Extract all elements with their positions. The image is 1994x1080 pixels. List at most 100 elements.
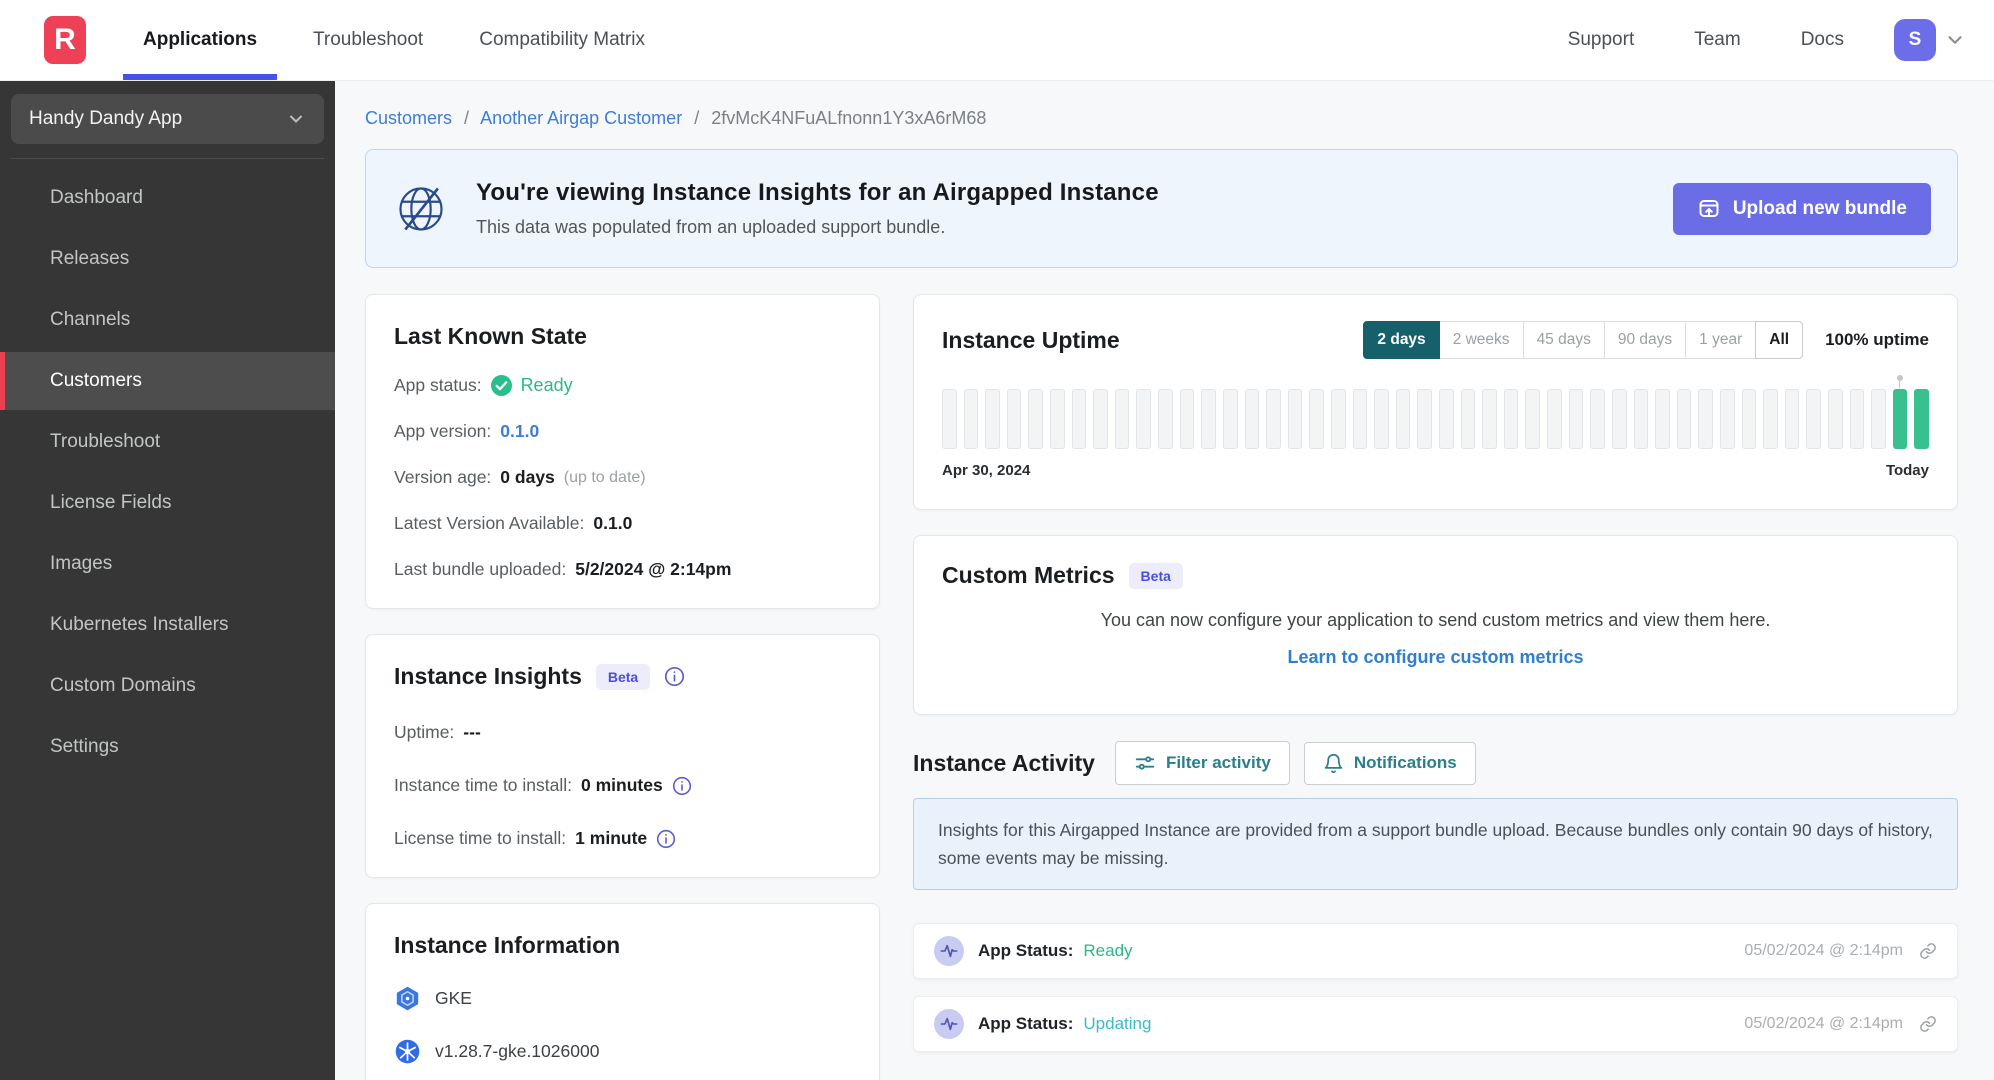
- sidebar: Handy Dandy App Dashboard Releases Chann…: [0, 80, 335, 1080]
- uptime-bar[interactable]: [963, 389, 979, 449]
- avatar[interactable]: S: [1894, 19, 1936, 61]
- sidebar-item-channels[interactable]: Channels: [0, 291, 335, 349]
- uptime-bar[interactable]: [1525, 389, 1541, 449]
- app-selector-label: Handy Dandy App: [29, 108, 183, 129]
- uptime-bar[interactable]: [1158, 389, 1173, 449]
- uptime-end-label: Today: [1885, 462, 1929, 479]
- uptime-bar[interactable]: [1093, 389, 1108, 449]
- uptime-bar[interactable]: [1330, 389, 1346, 449]
- range-2-days[interactable]: 2 days: [1363, 321, 1440, 359]
- last-bundle-label: Last bundle uploaded:: [394, 559, 567, 579]
- sidebar-item-settings[interactable]: Settings: [0, 718, 335, 776]
- configure-custom-metrics-link[interactable]: Learn to configure custom metrics: [1287, 647, 1583, 668]
- uptime-bar[interactable]: [1763, 389, 1778, 449]
- nav-docs[interactable]: Docs: [1801, 29, 1844, 51]
- range-90-days[interactable]: 90 days: [1603, 321, 1687, 359]
- uptime-summary: 100% uptime: [1825, 330, 1929, 349]
- uptime-bar[interactable]: [1503, 389, 1519, 449]
- version-age-note: (up to date): [563, 468, 646, 486]
- range-all[interactable]: All: [1755, 321, 1804, 359]
- nav-team[interactable]: Team: [1694, 29, 1740, 51]
- permalink-icon[interactable]: [1919, 942, 1937, 960]
- permalink-icon[interactable]: [1919, 1015, 1937, 1033]
- info-icon[interactable]: [664, 666, 685, 687]
- uptime-bar[interactable]: [1374, 389, 1389, 449]
- nav-support[interactable]: Support: [1568, 29, 1635, 51]
- upload-new-bundle-button[interactable]: Upload new bundle: [1672, 182, 1931, 235]
- uptime-bar[interactable]: [1914, 389, 1930, 449]
- tab-troubleshoot[interactable]: Troubleshoot: [313, 0, 423, 80]
- uptime-bar[interactable]: [1244, 389, 1260, 449]
- uptime-bar[interactable]: [1698, 389, 1713, 449]
- uptime-bar[interactable]: [1460, 389, 1476, 449]
- uptime-bar[interactable]: [1439, 389, 1454, 449]
- uptime-bar[interactable]: [1287, 389, 1303, 449]
- content-columns: Last Known State App status: Ready App v…: [365, 294, 1958, 1080]
- uptime-bar[interactable]: [1071, 389, 1087, 449]
- sidebar-item-releases[interactable]: Releases: [0, 230, 335, 288]
- uptime-bar[interactable]: [1482, 389, 1497, 449]
- info-icon[interactable]: [672, 776, 692, 796]
- breadcrumb-customers[interactable]: Customers: [365, 108, 452, 128]
- uptime-bar[interactable]: [1827, 389, 1843, 449]
- distribution-value: GKE: [435, 988, 472, 1008]
- notifications-button[interactable]: Notifications: [1303, 741, 1476, 785]
- uptime-bar[interactable]: [1050, 389, 1065, 449]
- uptime-bar[interactable]: [1222, 389, 1238, 449]
- instance-insights-title: Instance Insights: [394, 663, 582, 689]
- uptime-bar[interactable]: [1741, 389, 1757, 449]
- uptime-bar[interactable]: [1395, 389, 1411, 449]
- airgap-history-notice: Insights for this Airgapped Instance are…: [913, 798, 1958, 890]
- uptime-bar[interactable]: [1179, 389, 1195, 449]
- breadcrumb-customer-name[interactable]: Another Airgap Customer: [480, 108, 682, 128]
- sidebar-item-custom-domains[interactable]: Custom Domains: [0, 657, 335, 715]
- uptime-bar[interactable]: [1892, 375, 1908, 449]
- uptime-bar[interactable]: [1784, 389, 1800, 449]
- activity-row[interactable]: App Status: Updating 05/02/2024 @ 2:14pm: [913, 996, 1958, 1052]
- activity-row[interactable]: App Status: Ready 05/02/2024 @ 2:14pm: [913, 923, 1958, 979]
- chevron-down-icon[interactable]: [1944, 29, 1966, 51]
- uptime-bar[interactable]: [1590, 389, 1605, 449]
- sidebar-item-troubleshoot[interactable]: Troubleshoot: [0, 413, 335, 471]
- uptime-bar[interactable]: [1871, 389, 1886, 449]
- app-selector[interactable]: Handy Dandy App: [11, 94, 324, 144]
- app-version-value[interactable]: 0.1.0: [500, 421, 539, 442]
- uptime-bar[interactable]: [1417, 389, 1433, 449]
- uptime-bar[interactable]: [1352, 389, 1368, 449]
- uptime-bar[interactable]: [985, 389, 1000, 449]
- uptime-bar[interactable]: [1655, 389, 1670, 449]
- tab-compatibility-matrix[interactable]: Compatibility Matrix: [479, 0, 645, 80]
- sidebar-item-license-fields[interactable]: License Fields: [0, 474, 335, 532]
- uptime-bar[interactable]: [1136, 389, 1152, 449]
- uptime-bar[interactable]: [942, 389, 957, 449]
- uptime-bar[interactable]: [1028, 389, 1044, 449]
- uptime-bar[interactable]: [1676, 389, 1692, 449]
- uptime-bar[interactable]: [1611, 389, 1627, 449]
- range-45-days[interactable]: 45 days: [1522, 321, 1605, 359]
- uptime-bar[interactable]: [1309, 389, 1324, 449]
- uptime-bar[interactable]: [1114, 389, 1130, 449]
- custom-metrics-description: You can now configure your application t…: [1100, 609, 1771, 630]
- replicated-logo[interactable]: R: [44, 16, 86, 64]
- sidebar-item-dashboard[interactable]: Dashboard: [0, 169, 335, 227]
- uptime-bar[interactable]: [1719, 389, 1735, 449]
- sidebar-item-customers[interactable]: Customers: [0, 352, 335, 410]
- uptime-bar[interactable]: [1547, 389, 1562, 449]
- filter-activity-button[interactable]: Filter activity: [1114, 741, 1290, 785]
- uptime-bar[interactable]: [1849, 389, 1865, 449]
- uptime-bar[interactable]: [1568, 389, 1584, 449]
- uptime-bar[interactable]: [1006, 389, 1022, 449]
- uptime-bar[interactable]: [1806, 389, 1821, 449]
- custom-metrics-body: You can now configure your application t…: [942, 589, 1929, 688]
- range-2-weeks[interactable]: 2 weeks: [1438, 321, 1524, 359]
- sidebar-item-images[interactable]: Images: [0, 535, 335, 593]
- tab-applications[interactable]: Applications: [122, 0, 278, 80]
- uptime-bar[interactable]: [1266, 389, 1281, 449]
- uptime-bar[interactable]: [1633, 389, 1649, 449]
- range-1-year[interactable]: 1 year: [1685, 321, 1757, 359]
- uptime-bar[interactable]: [1201, 389, 1216, 449]
- instance-uptime-card: Instance Uptime 2 days 2 weeks 45 days 9…: [913, 294, 1958, 510]
- info-icon[interactable]: [656, 829, 676, 849]
- breadcrumb: Customers / Another Airgap Customer / 2f…: [365, 108, 1958, 129]
- sidebar-item-kubernetes-installers[interactable]: Kubernetes Installers: [0, 596, 335, 654]
